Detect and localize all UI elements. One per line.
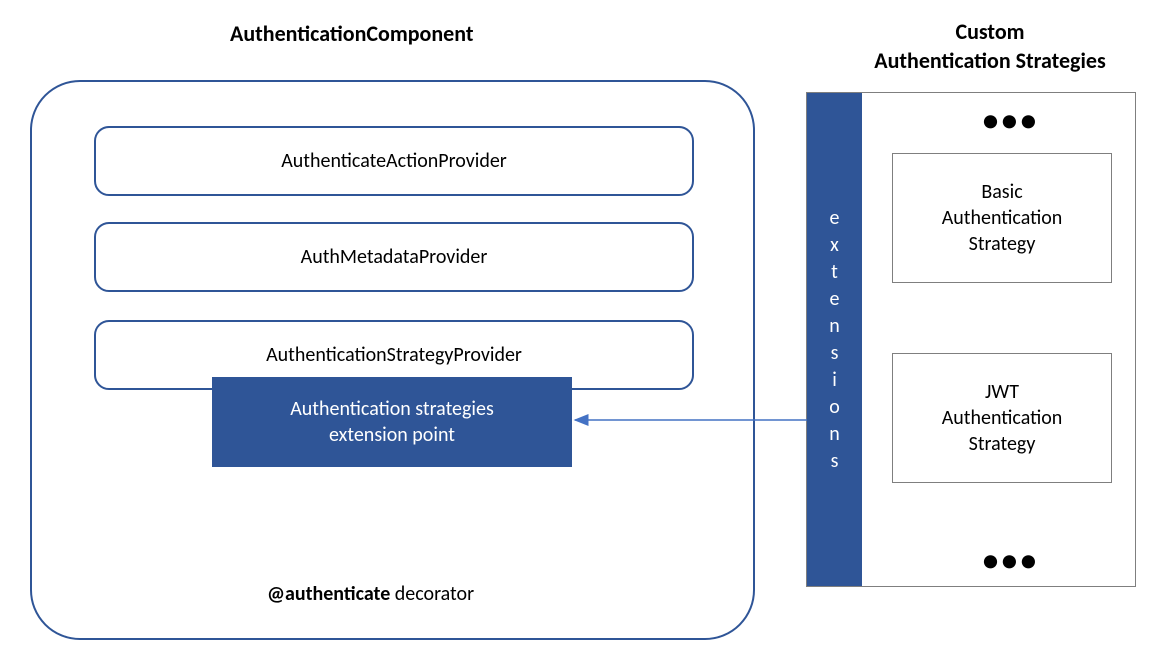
decorator-rest: decorator [390,582,474,606]
provider-box-metadata: AuthMetadataProvider [94,222,694,292]
auth-component-title: AuthenticationComponent [230,20,473,47]
provider-box-action: AuthenticateActionProvider [94,126,694,196]
ellipsis-bottom-icon: ●●● [982,543,1039,578]
auth-component-container: AuthenticateActionProvider AuthMetadataP… [30,80,755,640]
extension-point-box: Authentication strategies extension poin… [212,377,572,467]
decorator-bold: @authenticate [267,582,390,606]
decorator-label: @authenticate decorator [267,582,474,606]
strategy-box-basic: Basic Authentication Strategy [892,153,1112,283]
strategy-box-jwt: JWT Authentication Strategy [892,353,1112,483]
extensions-bar: extensions [807,93,862,586]
custom-strategies-title: Custom Authentication Strategies [850,18,1130,75]
custom-strategies-container: extensions ●●● Basic Authentication Stra… [806,92,1136,587]
ellipsis-top-icon: ●●● [982,103,1039,138]
